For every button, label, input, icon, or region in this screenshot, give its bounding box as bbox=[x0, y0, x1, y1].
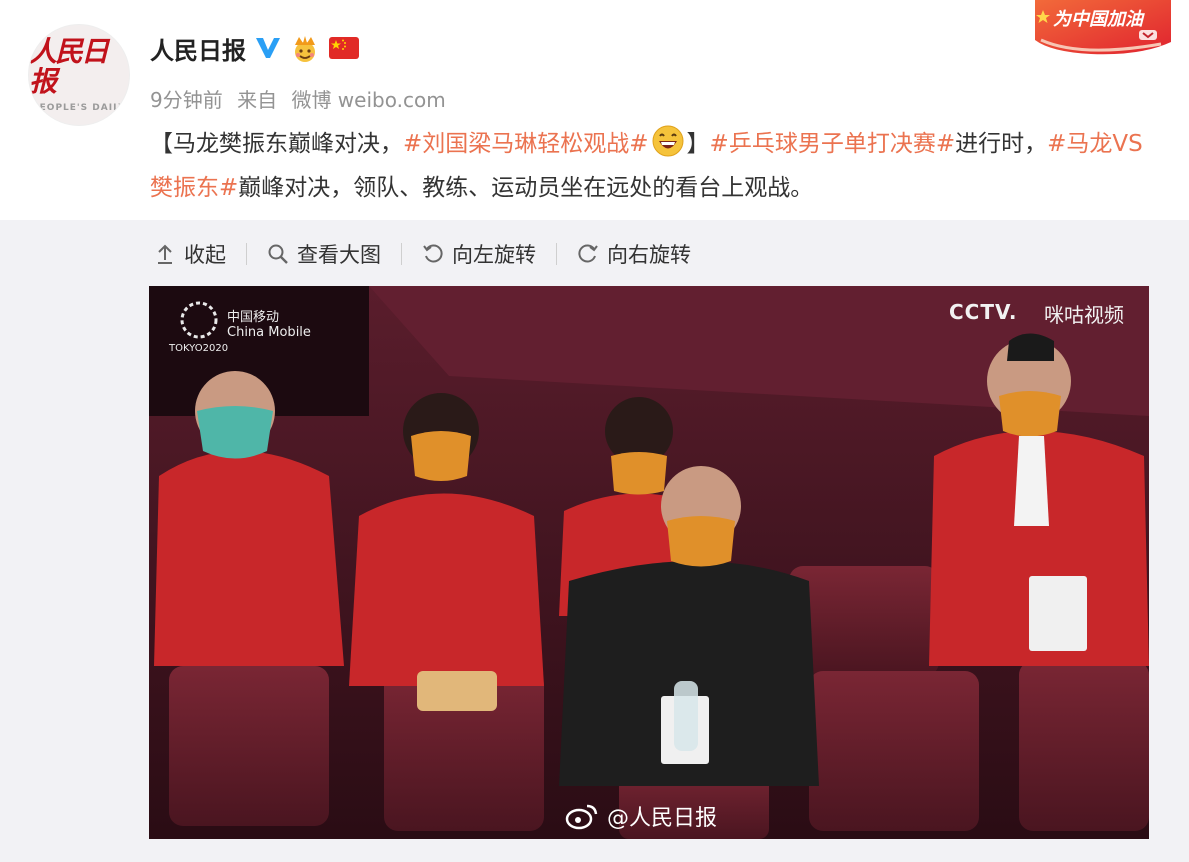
magnifier-icon bbox=[268, 244, 288, 264]
post-text-part: 【马龙樊振东巅峰对决， bbox=[150, 131, 403, 157]
post-source[interactable]: 微博 weibo.com bbox=[291, 88, 445, 112]
tokyo2020-logo: TOKYO2020 bbox=[169, 300, 228, 354]
rotate-right-button[interactable]: 向右旋转 bbox=[573, 239, 695, 269]
cctv-logo: CCTV. bbox=[949, 300, 1018, 324]
cheer-banner-text: 为中国加油 bbox=[1053, 9, 1143, 30]
rotate-left-icon bbox=[423, 244, 443, 263]
crown-emoji-icon bbox=[290, 33, 320, 63]
avatar-logo-subtext: PEOPLE'S DAILY bbox=[32, 103, 126, 113]
media-toolbar: 收起 查看大图 向左旋转 向右旋转 bbox=[150, 236, 695, 272]
post-meta: 9分钟前 来自 微博 weibo.com bbox=[150, 84, 454, 113]
post-text-part: 进行时， bbox=[955, 131, 1048, 157]
post-text-part: 】 bbox=[686, 131, 710, 157]
post-text-part: 巅峰对决，领队、教练、运动员坐在远处的看台上观战。 bbox=[238, 175, 814, 201]
topic-link[interactable]: #刘国梁马琳轻松观战# bbox=[403, 131, 649, 157]
view-large-button[interactable]: 查看大图 bbox=[263, 239, 385, 269]
verified-v-icon[interactable] bbox=[254, 35, 282, 61]
topic-link[interactable]: #乒乓球男子单打决赛# bbox=[710, 131, 956, 157]
china-flag-icon bbox=[328, 36, 360, 60]
migu-video-logo: 咪咕视频 bbox=[1044, 303, 1124, 327]
weibo-logo-icon bbox=[565, 804, 598, 830]
toolbar-divider bbox=[556, 243, 557, 265]
olympic-logo-text: TOKYO2020 bbox=[169, 343, 229, 354]
laughing-emoji-icon bbox=[651, 124, 685, 158]
avatar-logo-text: 人民日报 bbox=[29, 35, 109, 98]
watermark-text: @人民日报 bbox=[607, 806, 718, 831]
toolbar-divider bbox=[246, 243, 247, 265]
post-time[interactable]: 9分钟前 bbox=[150, 88, 223, 112]
photo-scene bbox=[149, 286, 1149, 839]
photo-watermark: @人民日报 bbox=[565, 800, 717, 832]
collapse-button[interactable]: 收起 bbox=[150, 239, 230, 269]
cheer-china-banner[interactable]: 为中国加油 bbox=[1021, 0, 1171, 56]
rotate-left-button[interactable]: 向左旋转 bbox=[418, 239, 540, 269]
collapse-arrow-icon bbox=[158, 244, 172, 264]
post-text: 【马龙樊振东巅峰对决，#刘国梁马琳轻松观战# 】#乒乓球男子单打决赛#进行时，#马… bbox=[150, 122, 1160, 210]
author-name[interactable]: 人民日报 bbox=[150, 31, 246, 66]
source-prefix: 来自 bbox=[237, 88, 278, 112]
toolbar-divider bbox=[401, 243, 402, 265]
china-mobile-logo: 中国移动 China Mobile bbox=[227, 310, 311, 340]
author-row: 人民日报 bbox=[150, 28, 360, 68]
avatar[interactable]: 人民日报 PEOPLE'S DAILY bbox=[28, 24, 130, 126]
rotate-right-icon bbox=[578, 244, 598, 263]
post-photo[interactable]: TOKYO2020 中国移动 China Mobile CCTV. 咪咕视频 bbox=[149, 286, 1149, 839]
